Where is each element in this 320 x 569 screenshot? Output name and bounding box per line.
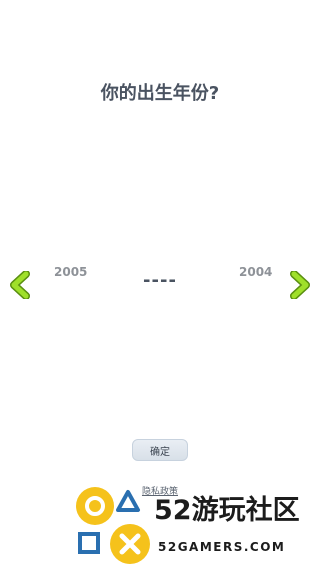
chevron-right-icon[interactable] bbox=[288, 271, 312, 299]
gamepad-logo-icon bbox=[76, 487, 150, 564]
next-year[interactable]: 2004 bbox=[239, 265, 272, 279]
watermark: 52游玩社区 52GAMERS.COM bbox=[72, 486, 320, 569]
confirm-button[interactable]: 确定 bbox=[132, 439, 188, 461]
question-title: 你的出生年份? bbox=[100, 83, 220, 104]
privacy-policy-link[interactable]: 隐私政策 bbox=[0, 484, 320, 497]
watermark-url: 52GAMERS.COM bbox=[158, 540, 286, 554]
